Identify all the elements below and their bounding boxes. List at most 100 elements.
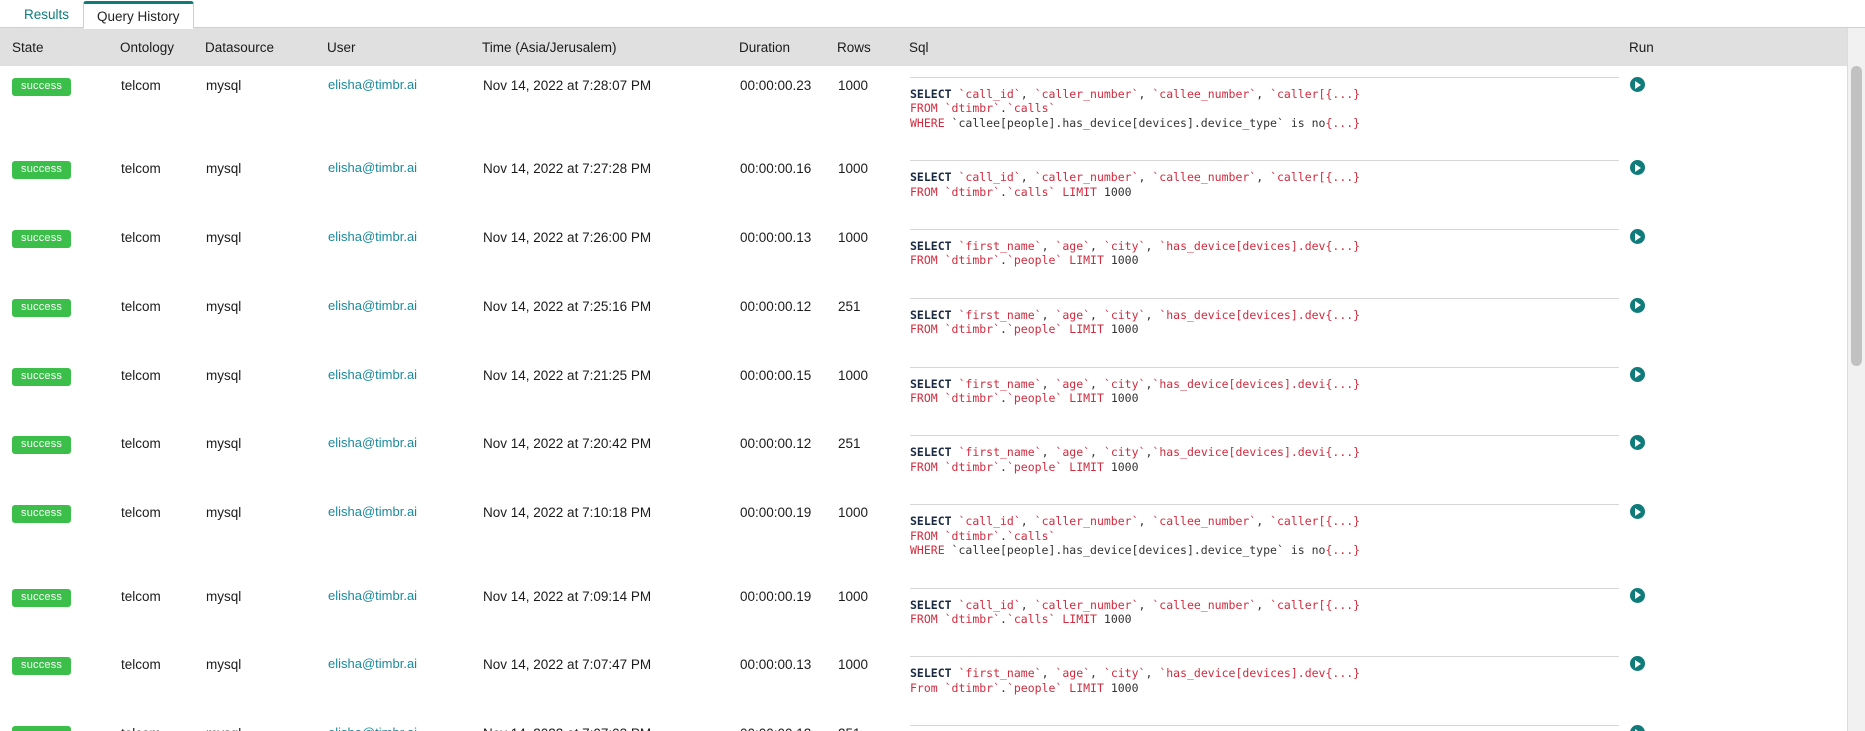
cell-user: elisha@timbr.ai <box>327 355 482 425</box>
play-circle-icon[interactable] <box>1630 587 1645 603</box>
sql-token: , <box>1145 666 1160 681</box>
sql-token: , <box>1020 597 1035 612</box>
sql-token: `has_device[devices].dev <box>1159 239 1326 254</box>
user-email-link[interactable]: elisha@timbr.ai <box>328 77 417 92</box>
play-circle-icon[interactable] <box>1630 725 1645 731</box>
user-email-link[interactable]: elisha@timbr.ai <box>328 725 417 731</box>
cell-datasource-text: mysql <box>206 657 242 673</box>
table-row[interactable]: successtelcommysqlelisha@timbr.aiNov 14,… <box>0 424 1847 494</box>
sql-token: `dtimbr` <box>944 184 1001 199</box>
column-header-run[interactable]: Run <box>1629 28 1847 66</box>
sql-token: , <box>1041 376 1056 391</box>
sql-token: `has_device[devices].dev <box>1159 666 1326 681</box>
cell-sql[interactable]: SELECT `first_name`, `age`, `city`, `has… <box>909 714 1629 731</box>
table-row[interactable]: successtelcommysqlelisha@timbr.aiNov 14,… <box>0 286 1847 356</box>
sql-token: `callee_number` <box>1152 87 1257 101</box>
sql-token: `dtimbr` <box>944 101 1001 116</box>
cell-datasource: mysql <box>205 355 327 425</box>
cell-time-text: Nov 14, 2022 at 7:28:07 PM <box>483 78 652 93</box>
play-circle-icon[interactable] <box>1630 656 1645 672</box>
user-email-link[interactable]: elisha@timbr.ai <box>328 435 417 450</box>
user-email-link[interactable]: elisha@timbr.ai <box>328 504 417 519</box>
cell-sql[interactable]: SELECT `first_name`, `age`, `city`,`has_… <box>909 424 1629 494</box>
play-circle-icon[interactable] <box>1630 366 1645 382</box>
cell-rows: 1000 <box>837 355 909 425</box>
cell-run <box>1629 66 1847 150</box>
cell-ontology-text: telcom <box>121 505 161 521</box>
sql-line: SELECT `first_name`, `age`, `city`, `has… <box>910 239 1619 253</box>
column-header-sql[interactable]: Sql <box>909 28 1629 66</box>
user-email-link[interactable]: elisha@timbr.ai <box>328 229 417 244</box>
column-header-duration[interactable]: Duration <box>739 28 837 66</box>
status-badge: success <box>12 230 72 249</box>
user-email-link[interactable]: elisha@timbr.ai <box>328 298 417 313</box>
cell-datasource: mysql <box>205 66 327 150</box>
cell-sql[interactable]: SELECT `call_id`, `caller_number`, `call… <box>909 149 1629 219</box>
vertical-scrollbar[interactable] <box>1847 28 1865 731</box>
table-row[interactable]: successtelcommysqlelisha@timbr.aiNov 14,… <box>0 149 1847 219</box>
cell-sql[interactable]: SELECT `first_name`, `age`, `city`, `has… <box>909 218 1629 287</box>
cell-sql[interactable]: SELECT `call_id`, `caller_number`, `call… <box>909 66 1629 150</box>
cell-run <box>1629 355 1847 425</box>
user-email-link[interactable]: elisha@timbr.ai <box>328 160 417 175</box>
cell-duration-text: 00:00:00.16 <box>740 161 812 177</box>
sql-token: SELECT <box>910 597 959 612</box>
status-badge: success <box>12 657 72 676</box>
table-row[interactable]: successtelcommysqlelisha@timbr.aiNov 14,… <box>0 355 1847 425</box>
cell-rows: 1000 <box>837 493 909 577</box>
cell-duration: 00:00:00.12 <box>739 714 837 731</box>
column-header-ontology[interactable]: Ontology <box>120 28 205 66</box>
cell-sql[interactable]: SELECT `call_id`, `caller_number`, `call… <box>909 576 1629 646</box>
cell-duration: 00:00:00.19 <box>739 493 837 577</box>
play-circle-icon[interactable] <box>1630 435 1645 451</box>
cell-ontology: telcom <box>120 576 205 646</box>
column-header-user[interactable]: User <box>327 28 482 66</box>
user-email-link[interactable]: elisha@timbr.ai <box>328 588 417 603</box>
table-row[interactable]: successtelcommysqlelisha@timbr.aiNov 14,… <box>0 645 1847 715</box>
cell-duration-text: 00:00:00.12 <box>740 436 812 452</box>
table-row[interactable]: successtelcommysqlelisha@timbr.aiNov 14,… <box>0 66 1847 150</box>
table-row[interactable]: successtelcommysqlelisha@timbr.aiNov 14,… <box>0 714 1847 731</box>
play-circle-icon[interactable] <box>1630 297 1645 313</box>
sql-line: WHERE `callee[people].has_device[devices… <box>910 116 1619 130</box>
column-header-rows[interactable]: Rows <box>837 28 909 66</box>
sql-token: FROM <box>910 101 945 116</box>
sql-token: `dtimbr` <box>944 611 1001 626</box>
sql-token: SELECT <box>910 445 959 460</box>
play-circle-icon[interactable] <box>1630 77 1645 92</box>
tab-query-history[interactable]: Query History <box>83 1 194 29</box>
column-header-datasource[interactable]: Datasource <box>205 28 327 66</box>
cell-datasource-text: mysql <box>206 505 242 521</box>
table-row[interactable]: successtelcommysqlelisha@timbr.aiNov 14,… <box>0 493 1847 577</box>
cell-duration-text: 00:00:00.19 <box>740 505 812 521</box>
cell-rows-text: 1000 <box>838 505 869 521</box>
tab-results[interactable]: Results <box>10 0 83 28</box>
play-circle-icon[interactable] <box>1630 504 1645 520</box>
sql-token: `city` <box>1103 666 1146 681</box>
sql-token: LIMIT <box>1069 391 1111 406</box>
cell-sql[interactable]: SELECT `first_name`, `age`, `city`,`has_… <box>909 355 1629 425</box>
cell-ontology-text: telcom <box>121 657 161 673</box>
user-email-link[interactable]: elisha@timbr.ai <box>328 656 417 671</box>
sql-token: 1000 <box>1110 680 1139 695</box>
play-circle-icon[interactable] <box>1630 229 1645 245</box>
column-header-time[interactable]: Time (Asia/Jerusalem) <box>482 28 739 66</box>
cell-sql[interactable]: SELECT `first_name`, `age`, `city`, `has… <box>909 286 1629 356</box>
table-row[interactable]: successtelcommysqlelisha@timbr.aiNov 14,… <box>0 576 1847 646</box>
cell-time: Nov 14, 2022 at 7:27:28 PM <box>482 149 739 219</box>
sql-token: {...} <box>1325 307 1361 322</box>
sql-token: , <box>1090 307 1104 322</box>
sql-token: `city` <box>1103 445 1146 460</box>
sql-token: . <box>1000 101 1007 116</box>
play-circle-icon[interactable] <box>1630 160 1645 176</box>
user-email-link[interactable]: elisha@timbr.ai <box>328 367 417 382</box>
sql-token: , <box>1138 597 1153 612</box>
cell-sql[interactable]: SELECT `call_id`, `caller_number`, `call… <box>909 493 1629 577</box>
sql-token: `city` <box>1103 307 1146 322</box>
cell-user: elisha@timbr.ai <box>327 286 482 356</box>
table-row[interactable]: successtelcommysqlelisha@timbr.aiNov 14,… <box>0 218 1847 287</box>
scrollbar-thumb[interactable] <box>1851 66 1862 366</box>
column-header-state[interactable]: State <box>0 28 120 66</box>
sql-token: `dtimbr` <box>944 459 1001 474</box>
cell-sql[interactable]: SELECT `first_name`, `age`, `city`, `has… <box>909 645 1629 715</box>
